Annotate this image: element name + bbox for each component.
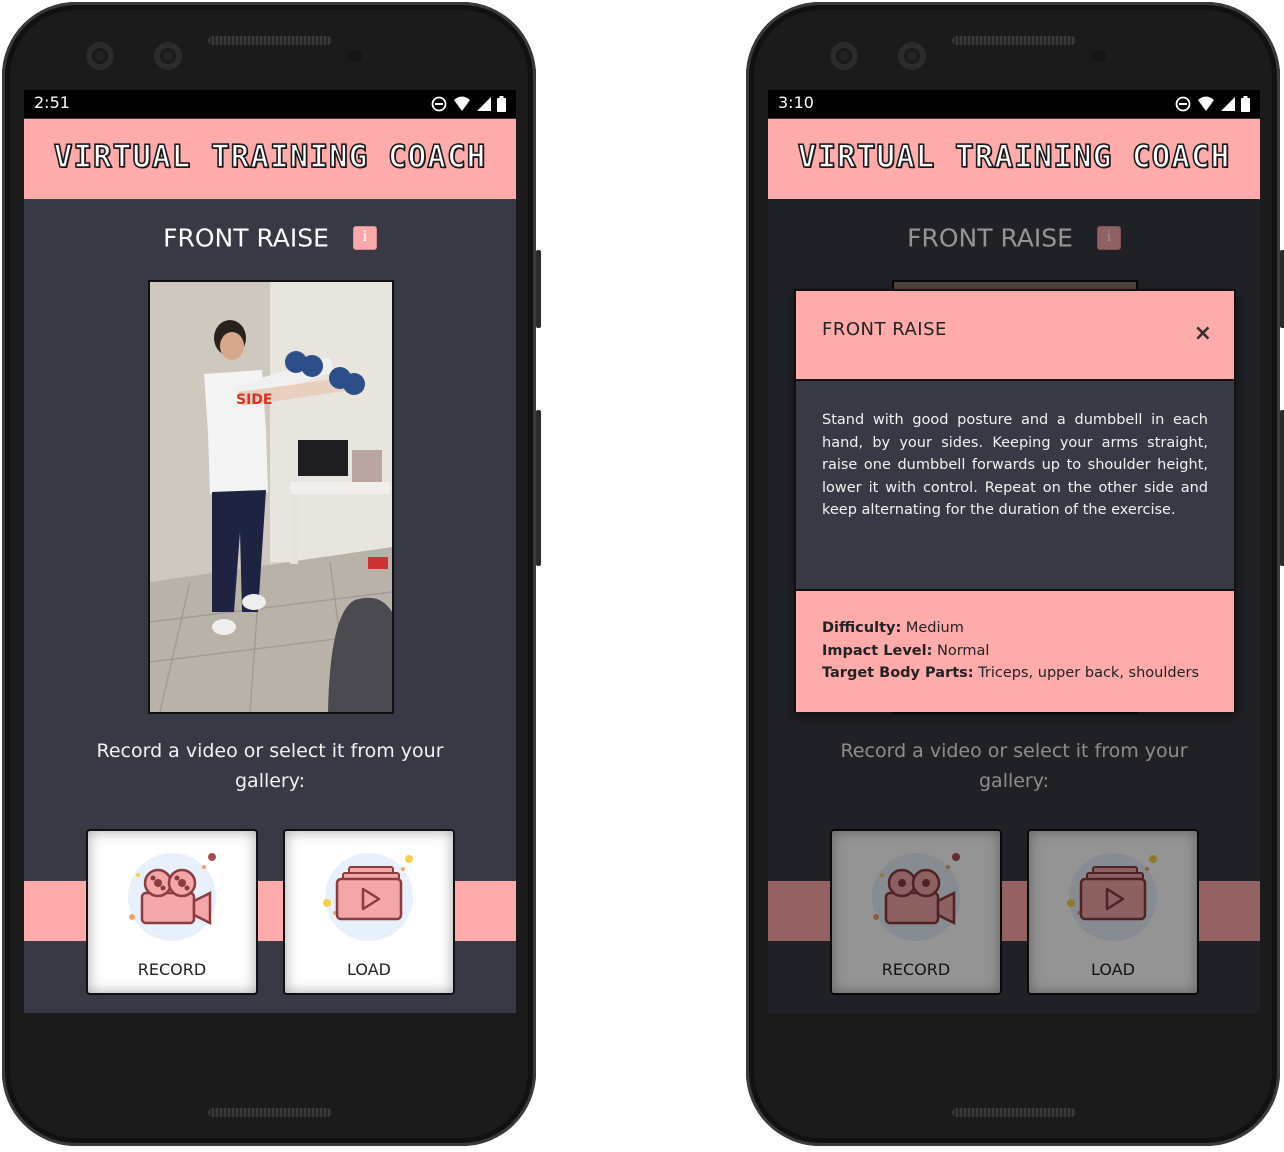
app-title: VIRTUAL TRAINING COACH	[797, 138, 1231, 176]
front-sensor	[898, 42, 926, 70]
exercise-heading: FRONT RAISE	[24, 222, 516, 253]
impact-label: Impact Level:	[822, 642, 933, 659]
wifi-icon	[1198, 96, 1214, 111]
record-button[interactable]: RECORD	[86, 829, 258, 995]
modal-description: Stand with good posture and a dumbbell i…	[822, 412, 1208, 518]
app-header: VIRTUAL TRAINING COACH	[24, 119, 516, 199]
modal-header: FRONT RAISE ×	[796, 291, 1234, 381]
front-camera	[86, 42, 114, 70]
impact-value: Normal	[932, 642, 990, 659]
status-time: 2:51	[34, 93, 70, 112]
phone-mockup-2: 3:10 VIRTUAL TRAINING COACH FRONT RAISE …	[744, 0, 1284, 1150]
exercise-title: FRONT RAISE	[163, 223, 329, 253]
bottom-speaker	[952, 1108, 1076, 1117]
status-bar: 3:10	[768, 90, 1260, 118]
exercise-video-frame: SIDE	[150, 282, 392, 712]
app-title: VIRTUAL TRAINING COACH	[53, 138, 487, 176]
app-header: VIRTUAL TRAINING COACH	[768, 119, 1260, 199]
battery-icon	[1241, 96, 1250, 112]
proximity-sensor	[348, 49, 362, 63]
proximity-sensor	[1092, 49, 1106, 63]
load-button[interactable]: LOAD	[283, 829, 455, 995]
svg-text:SIDE: SIDE	[236, 392, 272, 408]
top-speaker	[208, 36, 332, 45]
exercise-info-modal: FRONT RAISE × Stand with good posture an…	[794, 289, 1236, 712]
volume-button	[1280, 410, 1284, 566]
app-screen: 2:51 VIRTUAL TRAINING COACH FRONT RAISE	[24, 90, 516, 1013]
signal-icon	[477, 97, 491, 111]
power-button	[536, 250, 541, 328]
close-icon[interactable]: ×	[1194, 321, 1212, 346]
record-prompt: Record a video or select it from your ga…	[96, 740, 444, 792]
wifi-icon	[454, 96, 470, 111]
modal-title: FRONT RAISE	[822, 319, 947, 340]
power-button	[1280, 250, 1284, 328]
modal-details: Difficulty: Medium Impact Level: Normal …	[796, 589, 1234, 712]
phone-mockup-1: 2:51 VIRTUAL TRAINING COACH FRONT RAISE	[0, 0, 541, 1150]
exercise-video[interactable]: SIDE	[148, 280, 394, 714]
dnd-icon	[431, 96, 447, 112]
difficulty-row: Difficulty: Medium	[822, 617, 1199, 640]
top-speaker	[952, 36, 1076, 45]
video-camera-icon	[128, 853, 216, 941]
bottom-speaker	[208, 1108, 332, 1117]
front-camera	[830, 42, 858, 70]
front-sensor	[154, 42, 182, 70]
volume-button	[536, 410, 541, 566]
info-icon[interactable]	[352, 226, 377, 250]
app-screen: 3:10 VIRTUAL TRAINING COACH FRONT RAISE …	[768, 90, 1260, 1013]
difficulty-value: Medium	[901, 620, 964, 636]
impact-row: Impact Level: Normal	[822, 640, 1199, 663]
play-video-icon	[323, 853, 413, 941]
target-row: Target Body Parts: Triceps, upper back, …	[822, 662, 1199, 685]
signal-icon	[1221, 97, 1235, 111]
load-label: LOAD	[347, 960, 391, 979]
target-label: Target Body Parts:	[822, 665, 974, 681]
status-time: 3:10	[778, 93, 814, 112]
target-value: Triceps, upper back, shoulders	[973, 665, 1200, 681]
difficulty-label: Difficulty:	[822, 620, 902, 636]
record-label: RECORD	[137, 960, 207, 979]
dnd-icon	[1175, 96, 1191, 112]
status-bar: 2:51	[24, 90, 516, 118]
battery-icon	[497, 96, 506, 112]
